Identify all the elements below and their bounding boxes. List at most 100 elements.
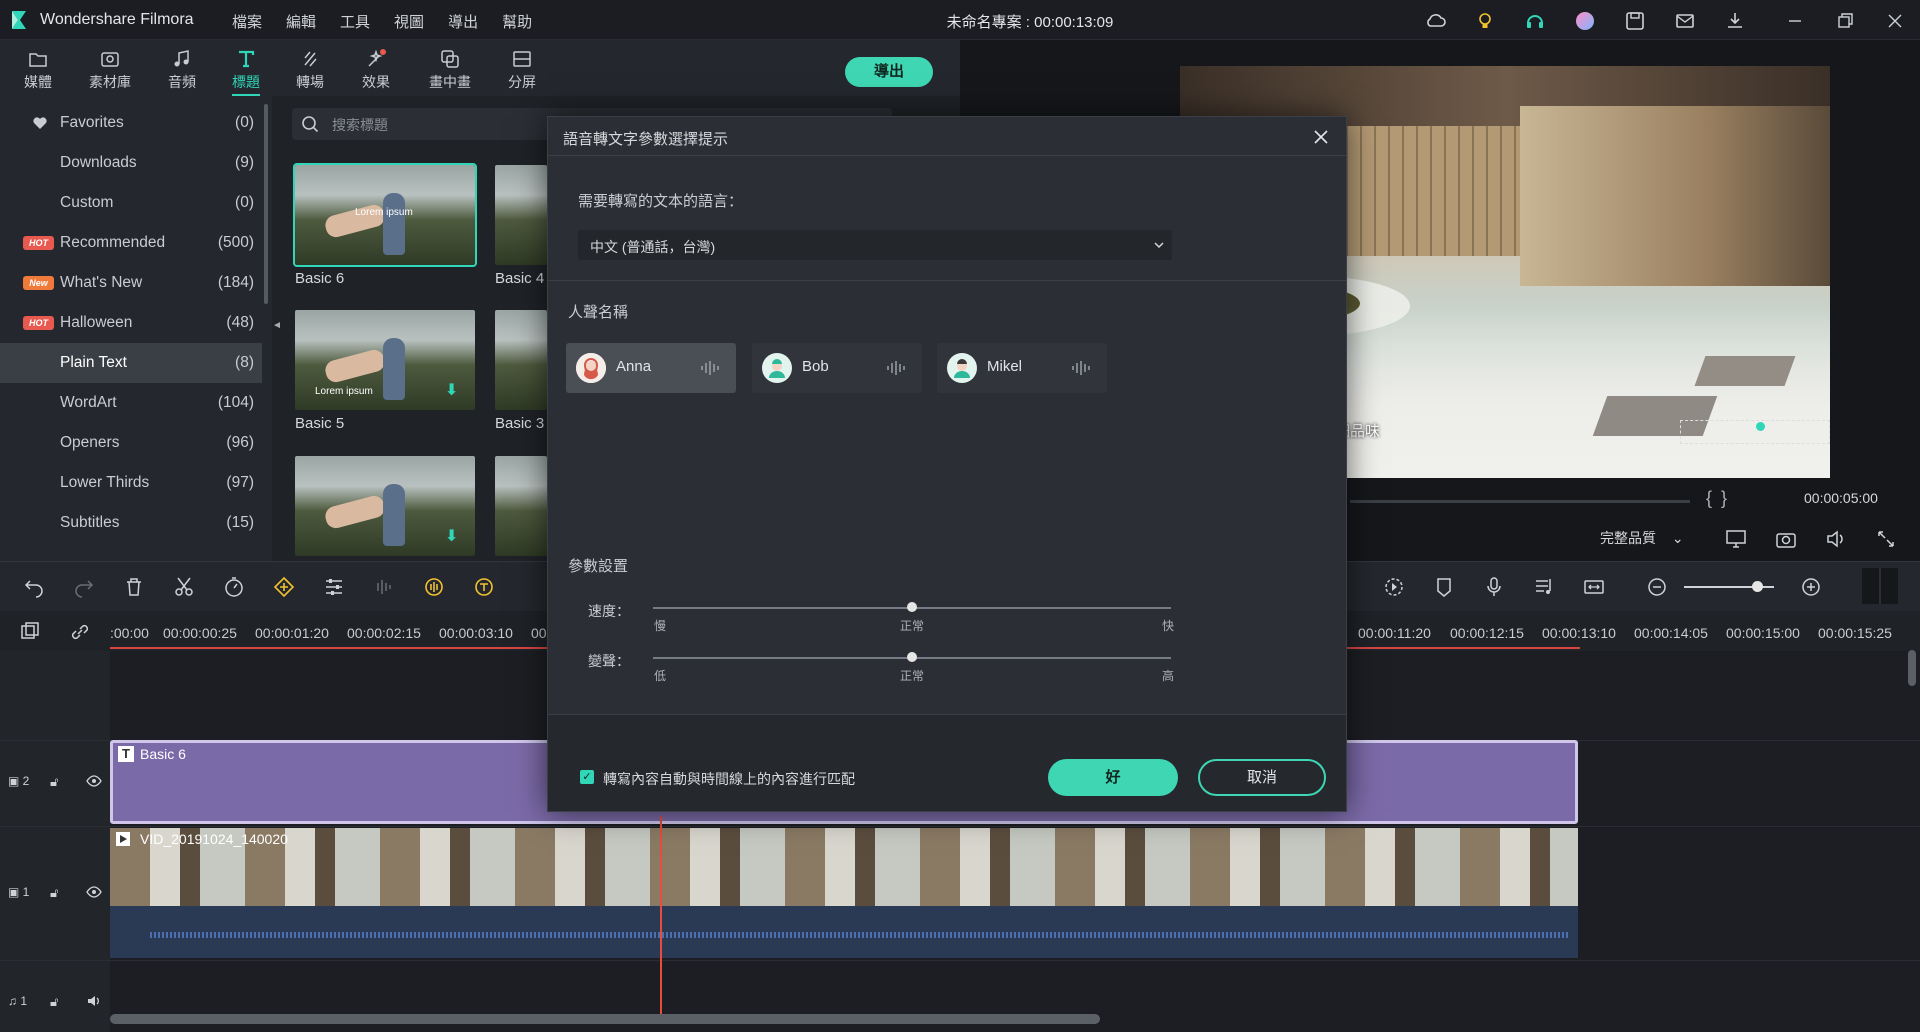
fit-timeline-icon[interactable] xyxy=(1582,575,1606,599)
sidebar-item-plain-text[interactable]: Plain Text (8) xyxy=(0,343,262,383)
tab-transitions[interactable]: 轉場 xyxy=(278,44,342,94)
zoom-slider-knob[interactable] xyxy=(1752,581,1763,592)
voice-option-mikel[interactable]: Mikel xyxy=(937,343,1107,393)
tab-stock[interactable]: 素材庫 xyxy=(78,44,142,94)
adjust-icon[interactable] xyxy=(322,575,346,599)
speech-to-text-icon[interactable] xyxy=(422,575,446,599)
title-thumbnail-basic-3[interactable] xyxy=(495,310,547,410)
tab-titles[interactable]: 標題 xyxy=(214,44,278,96)
add-track-icon[interactable] xyxy=(18,620,42,644)
voiceover-list-icon[interactable] xyxy=(1532,575,1556,599)
microphone-icon[interactable] xyxy=(1482,575,1506,599)
audio-waveform[interactable] xyxy=(110,906,1578,958)
close-window-icon[interactable] xyxy=(1884,10,1906,32)
sidebar-item-halloween[interactable]: HOT Halloween (48) xyxy=(0,303,262,343)
text-to-speech-icon[interactable] xyxy=(472,575,496,599)
download-icon[interactable] xyxy=(1724,10,1746,32)
tab-pip[interactable]: 畫中畫 xyxy=(418,44,482,94)
lock-icon[interactable]: 🔓︎ xyxy=(50,774,58,790)
voice-option-anna[interactable]: Anna xyxy=(566,343,736,393)
speaker-icon[interactable] xyxy=(86,994,102,1008)
menu-file[interactable]: 檔案 xyxy=(232,11,262,32)
menu-export[interactable]: 導出 xyxy=(448,11,478,32)
keyframe-icon[interactable] xyxy=(272,575,296,599)
video-clip[interactable] xyxy=(110,828,1578,906)
voice-preview-icon[interactable] xyxy=(886,359,908,377)
menu-edit[interactable]: 編輯 xyxy=(286,11,316,32)
avatar-icon[interactable] xyxy=(1574,10,1596,32)
sidebar-item-whats-new[interactable]: New What's New (184) xyxy=(0,263,262,303)
title-thumbnail[interactable] xyxy=(495,456,547,556)
pitch-slider-knob[interactable] xyxy=(907,652,917,662)
redo-icon[interactable] xyxy=(72,575,96,599)
lightbulb-icon[interactable] xyxy=(1474,10,1496,32)
sidebar-item-downloads[interactable]: Downloads (9) xyxy=(0,143,262,183)
subtitle-bounding-box[interactable] xyxy=(1680,420,1830,444)
menu-help[interactable]: 幫助 xyxy=(502,11,532,32)
sidebar-item-custom[interactable]: Custom (0) xyxy=(0,183,262,223)
export-button[interactable]: 導出 xyxy=(845,57,933,87)
tab-audio[interactable]: 音頻 xyxy=(150,44,214,94)
sidebar-item-wordart[interactable]: WordArt (104) xyxy=(0,383,262,423)
scissors-icon[interactable] xyxy=(172,575,196,599)
download-arrow-icon[interactable]: ⬇ xyxy=(445,380,459,399)
sidebar-item-subtitles[interactable]: Subtitles (15) xyxy=(0,503,262,543)
speed-icon[interactable] xyxy=(222,575,246,599)
eye-icon[interactable] xyxy=(86,774,102,788)
eye-icon[interactable] xyxy=(86,885,102,899)
sidebar-item-label: Openers xyxy=(60,434,120,451)
download-arrow-icon[interactable]: ⬇ xyxy=(445,526,459,545)
timeline-vertical-scrollbar[interactable] xyxy=(1908,650,1916,686)
sidebar-item-lower-thirds[interactable]: Lower Thirds (97) xyxy=(0,463,262,503)
menu-tools[interactable]: 工具 xyxy=(340,11,370,32)
sidebar-item-openers[interactable]: Openers (96) xyxy=(0,423,262,463)
audio-mixer-icon[interactable] xyxy=(372,575,396,599)
link-icon[interactable] xyxy=(68,620,92,644)
voice-option-bob[interactable]: Bob xyxy=(752,343,922,393)
menu-view[interactable]: 視圖 xyxy=(394,11,424,32)
marker-icon[interactable] xyxy=(1432,575,1456,599)
save-icon[interactable] xyxy=(1624,10,1646,32)
sidebar-item-recommended[interactable]: HOT Recommended (500) xyxy=(0,223,262,263)
delete-icon[interactable] xyxy=(122,575,146,599)
tab-media[interactable]: 媒體 xyxy=(6,44,70,94)
sidebar-item-favorites[interactable]: Favorites (0) xyxy=(0,103,262,143)
undo-icon[interactable] xyxy=(22,575,46,599)
sidebar-scrollbar[interactable] xyxy=(264,104,268,304)
quality-dropdown[interactable]: 完整品質 ⌄ xyxy=(1600,528,1684,548)
title-thumbnail-basic-5[interactable]: Lorem ipsum ⬇ xyxy=(295,310,475,410)
volume-icon[interactable] xyxy=(1824,528,1848,550)
voice-preview-icon[interactable] xyxy=(1071,359,1093,377)
preview-scrubber[interactable] xyxy=(1350,500,1690,503)
snapshot-icon[interactable] xyxy=(1774,528,1798,550)
minimize-icon[interactable] xyxy=(1784,10,1806,32)
zoom-in-icon[interactable] xyxy=(1799,575,1823,599)
speed-slider-knob[interactable] xyxy=(907,602,917,612)
timeline-horizontal-scrollbar[interactable] xyxy=(110,1014,1100,1024)
auto-match-checkbox[interactable]: ✓ xyxy=(580,770,594,784)
transform-handle[interactable] xyxy=(1756,422,1765,431)
render-icon[interactable] xyxy=(1382,575,1406,599)
restore-icon[interactable] xyxy=(1834,10,1856,32)
close-icon[interactable] xyxy=(1310,126,1332,148)
headset-icon[interactable] xyxy=(1524,10,1546,32)
mail-icon[interactable] xyxy=(1674,10,1696,32)
panel-layout-icon[interactable] xyxy=(1862,568,1898,604)
cloud-icon[interactable] xyxy=(1424,10,1446,32)
title-thumbnail-basic-4[interactable] xyxy=(495,165,547,265)
lock-icon[interactable]: 🔓︎ xyxy=(50,994,58,1010)
mark-in-out-brackets[interactable]: { } xyxy=(1706,488,1729,509)
pip-icon xyxy=(441,50,459,68)
tab-split-screen[interactable]: 分屏 xyxy=(490,44,554,94)
monitor-icon[interactable] xyxy=(1724,528,1748,550)
cancel-button[interactable]: 取消 xyxy=(1198,759,1326,796)
voice-preview-icon[interactable] xyxy=(700,359,722,377)
fullscreen-icon[interactable] xyxy=(1874,528,1898,550)
ok-button[interactable]: 好 xyxy=(1048,759,1178,796)
title-thumbnail[interactable]: ⬇ xyxy=(295,456,475,556)
playhead[interactable] xyxy=(660,816,662,1016)
tab-effects[interactable]: 效果 xyxy=(344,44,408,94)
lock-icon[interactable]: 🔓︎ xyxy=(50,885,58,901)
zoom-out-icon[interactable] xyxy=(1645,575,1669,599)
title-thumbnail-basic-6[interactable]: Lorem ipsum xyxy=(293,163,477,267)
